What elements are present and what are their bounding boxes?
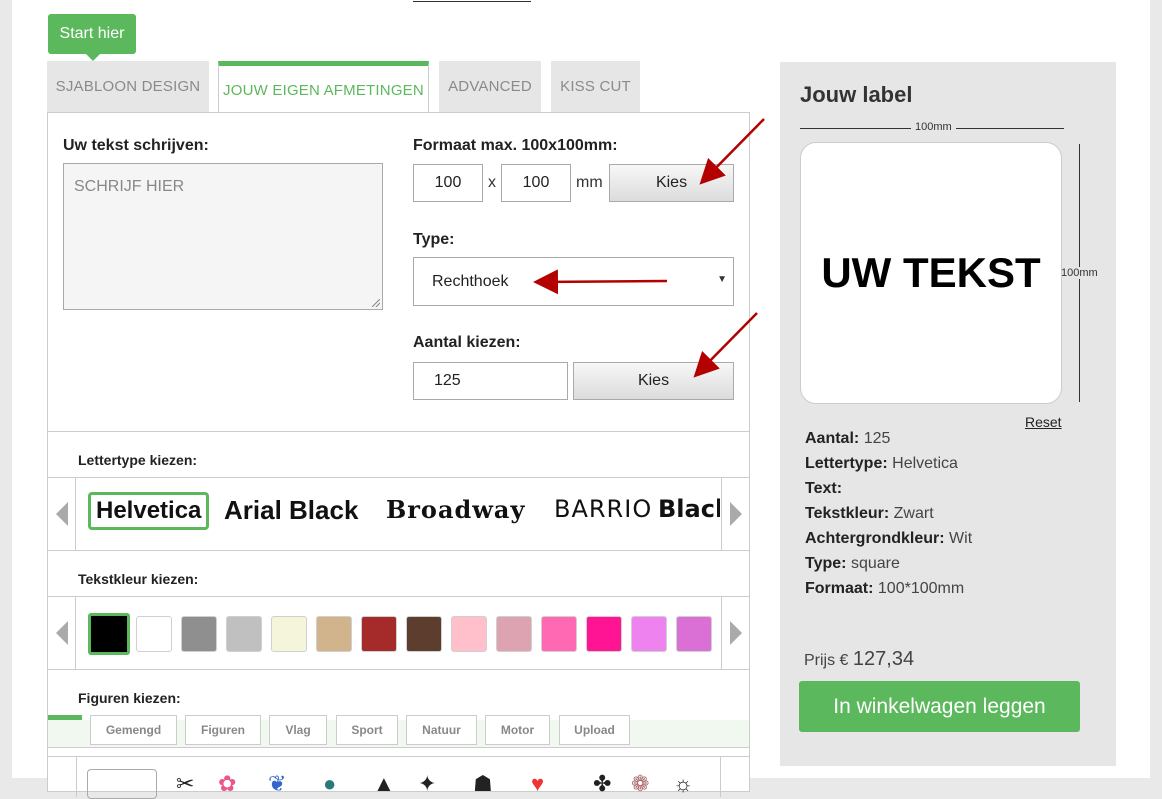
width-input[interactable]: 100 (413, 164, 483, 202)
font-option-arial-black[interactable]: Arial Black (224, 495, 358, 526)
color-swatch[interactable] (631, 616, 667, 652)
figure-tab-figuren[interactable]: Figuren (185, 715, 261, 745)
price: Prijs € 127,34 (804, 648, 914, 671)
reset-link[interactable]: Reset (1025, 414, 1062, 430)
page: Start hier SJABLOON DESIGN JOUW EIGEN AF… (12, 0, 1150, 799)
figure-tab-natuur[interactable]: Natuur (406, 715, 477, 745)
color-swatch[interactable] (541, 616, 577, 652)
text-placeholder: SCHRIJF HIER (74, 178, 185, 195)
order-summary: Aantal: 125 Lettertype: Helvetica Text: … (805, 426, 972, 601)
summary-row: Lettertype: Helvetica (805, 455, 958, 472)
quantity-kies-button[interactable]: Kies (573, 362, 734, 400)
arrow-right-icon (729, 502, 742, 526)
format-unit: mm (576, 174, 603, 191)
format-label: Formaat max. 100x100mm: (413, 137, 618, 154)
arrow-left-icon (55, 621, 68, 645)
figure-icon[interactable]: ✿ (218, 771, 236, 797)
type-label: Type: (413, 231, 455, 248)
figure-icon[interactable]: ☼ (673, 771, 693, 797)
bear-icon[interactable]: ❁ (631, 771, 649, 797)
figures-strip: ✂ ✿ ❦ ● ▲ ✦ ☗ ♥ ✤ ❁ ☼ (48, 756, 749, 799)
summary-row: Formaat: 100*100mm (805, 580, 965, 597)
design-panel: Uw tekst schrijven: SCHRIJF HIER Formaat… (47, 112, 750, 799)
text-label: Uw tekst schrijven: (63, 137, 209, 154)
tab-jouw-eigen-afmetingen[interactable]: JOUW EIGEN AFMETINGEN (218, 61, 429, 114)
font-prev-button[interactable] (48, 478, 76, 550)
arrow-right-icon (729, 621, 742, 645)
width-dimension-label: 100mm (911, 121, 956, 133)
resize-grip-icon[interactable] (372, 299, 380, 307)
figure-tab-upload[interactable]: Upload (559, 715, 630, 745)
chevron-down-icon: ▼ (717, 274, 727, 285)
figure-icon[interactable]: ☗ (473, 771, 493, 797)
color-section-label: Tekstkleur kiezen: (78, 571, 199, 587)
preview-text: UW TEKST (821, 249, 1041, 296)
font-strip: Helvetica Arial Black Broadway BARRIO Bl… (88, 478, 720, 550)
color-swatch[interactable] (181, 616, 217, 652)
summary-row: Type: square (805, 555, 900, 572)
figure-icon[interactable]: ✂ (176, 771, 194, 797)
figure-tab-sport[interactable]: Sport (336, 715, 398, 745)
type-select[interactable]: Rechthoek ▼ (413, 257, 734, 306)
color-prev-button[interactable] (48, 597, 76, 669)
color-swatch[interactable] (226, 616, 262, 652)
quantity-input[interactable]: 125 (413, 362, 568, 400)
tab-sjabloon-design[interactable]: SJABLOON DESIGN (47, 61, 209, 112)
color-swatch[interactable] (586, 616, 622, 652)
arrow-left-icon (55, 502, 68, 526)
top-link-underline[interactable] (413, 0, 531, 2)
font-option-broadway[interactable]: Broadway (386, 495, 525, 524)
quantity-label: Aantal kiezen: (413, 334, 521, 351)
color-swatch[interactable] (406, 616, 442, 652)
figure-none[interactable] (87, 769, 157, 799)
figure-tab-gemengd[interactable]: Gemengd (90, 715, 177, 745)
summary-row: Text: (805, 480, 843, 497)
panda-icon[interactable]: ✤ (593, 771, 611, 797)
color-strip (88, 597, 720, 669)
height-dimension-label: 100mm (1059, 267, 1100, 279)
color-next-button[interactable] (721, 597, 749, 669)
figure-tab-vlag[interactable]: Vlag (269, 715, 327, 745)
font-next-button[interactable] (721, 478, 749, 550)
label-preview-panel: Jouw label 100mm 100mm UW TEKST Reset Aa… (780, 62, 1116, 766)
figure-tab-motor[interactable]: Motor (485, 715, 550, 745)
price-value: 127,34 (852, 648, 915, 670)
color-swatch[interactable] (451, 616, 487, 652)
label-preview: UW TEKST (800, 142, 1062, 404)
color-swatch[interactable] (676, 616, 712, 652)
font-option-black[interactable]: Black (658, 495, 720, 523)
add-to-cart-button[interactable]: In winkelwagen leggen (799, 681, 1080, 732)
color-swatch[interactable] (136, 616, 172, 652)
figure-icon[interactable]: ▲ (373, 771, 395, 797)
butterfly-icon[interactable]: ❦ (268, 771, 286, 797)
start-here-badge[interactable]: Start hier (48, 14, 136, 61)
format-kies-button[interactable]: Kies (609, 164, 734, 202)
color-slider (48, 596, 749, 670)
heart-icon[interactable]: ♥ (531, 771, 544, 797)
height-input[interactable]: 100 (501, 164, 571, 202)
color-swatch[interactable] (316, 616, 352, 652)
format-separator: x (488, 174, 496, 191)
summary-row: Tekstkleur: Zwart (805, 505, 934, 522)
color-swatch[interactable] (361, 616, 397, 652)
tab-advanced[interactable]: ADVANCED (439, 61, 541, 112)
figure-icon[interactable]: ✦ (418, 771, 436, 797)
color-swatch[interactable] (88, 613, 130, 655)
summary-row: Aantal: 125 (805, 430, 891, 447)
type-selected-value: Rechthoek (432, 272, 509, 290)
summary-row: Achtergrondkleur: Wit (805, 530, 973, 547)
divider (48, 431, 749, 432)
price-label: Prijs € (804, 652, 849, 669)
color-swatch[interactable] (271, 616, 307, 652)
preview-title: Jouw label (800, 82, 913, 107)
color-swatch[interactable] (496, 616, 532, 652)
font-section-label: Lettertype kiezen: (78, 452, 198, 468)
font-option-helvetica[interactable]: Helvetica (88, 492, 210, 530)
ball-icon[interactable]: ● (323, 771, 336, 797)
text-input[interactable]: SCHRIJF HIER (63, 163, 383, 310)
figures-section-label: Figuren kiezen: (78, 690, 181, 706)
tab-kiss-cut[interactable]: KISS CUT (551, 61, 640, 112)
font-slider: Helvetica Arial Black Broadway BARRIO Bl… (48, 477, 749, 551)
font-option-barrio[interactable]: BARRIO (554, 495, 652, 523)
